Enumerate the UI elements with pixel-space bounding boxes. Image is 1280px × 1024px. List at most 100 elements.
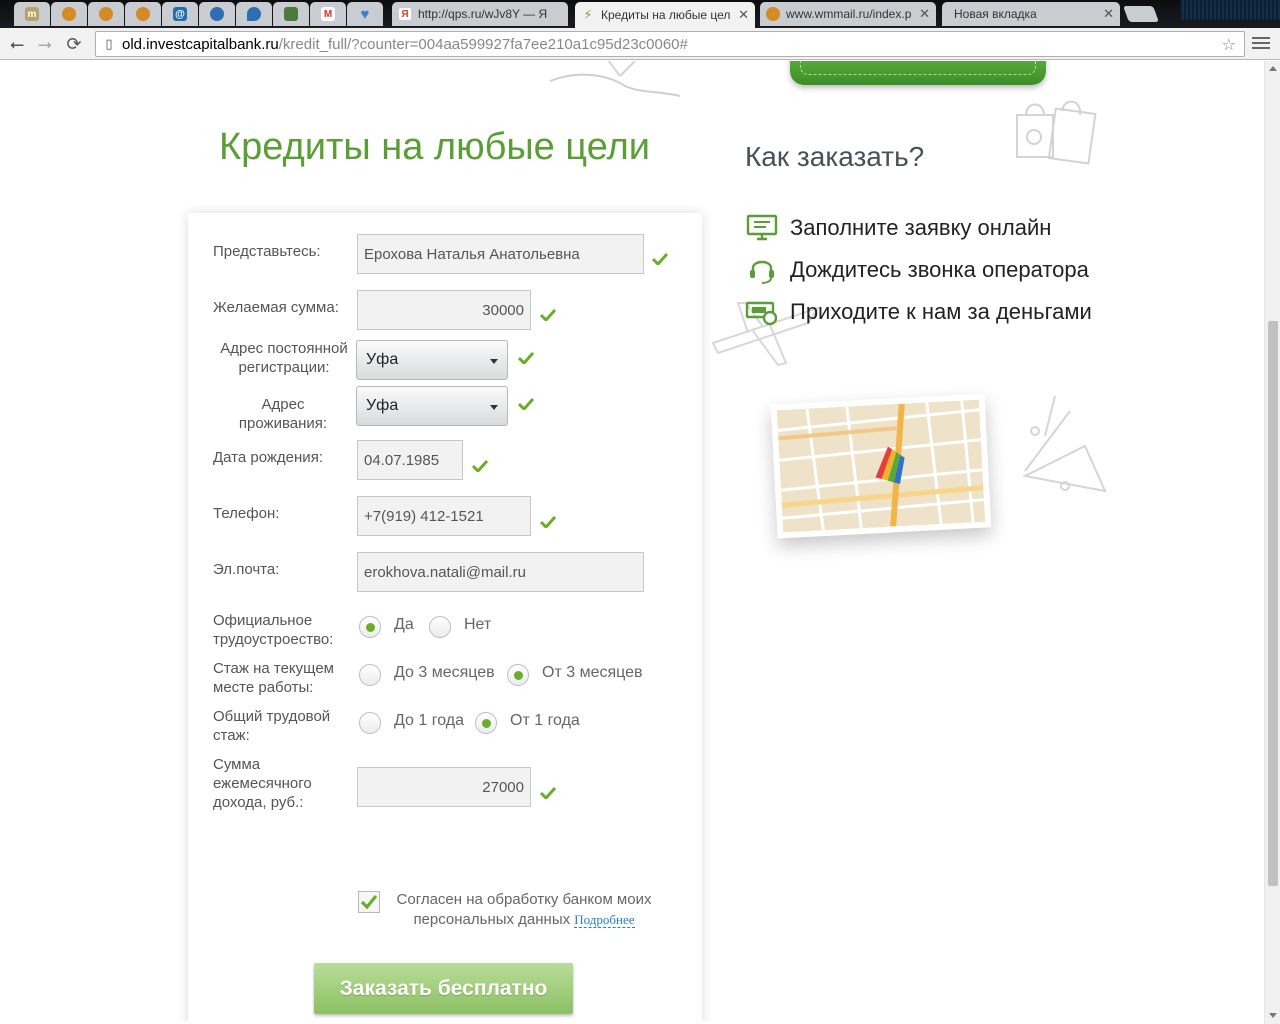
step-item: Заполните заявку онлайн [745,207,1092,249]
tenure-over-3-radio[interactable] [507,664,529,686]
employment-yes-label[interactable]: Да [394,616,414,634]
consent-text-block: Согласен на обработку банком моих персон… [388,890,660,930]
tab-pinned-1[interactable]: m [14,2,50,26]
employment-label: Официальное трудоустроество: [213,612,334,648]
birthdate-label: Дата рождения: [213,449,323,466]
address-bar[interactable]: ▯ old.investcapitalbank.ru/kredit_full/?… [95,31,1245,57]
tab-title: http://qps.ru/wJv8Y — Я [418,7,548,21]
page-icon: ▯ [105,36,113,51]
name-label: Представьтесь: [213,243,321,260]
money-icon [745,301,778,326]
registration-label: Адрес постоянной регистрации: [220,340,348,376]
experience-under-1-radio[interactable] [359,712,381,734]
step-item: Приходите к нам за деньгами [745,291,1092,333]
income-label: Сумма ежемесячного дохода, руб.: [213,756,312,811]
tab-qps[interactable]: Я http://qps.ru/wJv8Y — Я [392,2,568,26]
yandex-icon: Я [398,7,412,21]
step-text: Приходите к нам за деньгами [790,299,1092,324]
submit-button[interactable]: Заказать бесплатно [314,963,573,1014]
tab-pinned-2[interactable] [51,2,87,26]
scroll-down-arrow-icon[interactable] [1269,1013,1277,1018]
tenure-under-3-label[interactable]: До 3 месяцев [394,664,495,682]
map-image [776,399,986,533]
tenure-over-3-label[interactable]: От 3 месяцев [542,664,643,682]
tab-pinned-8[interactable] [273,2,309,26]
employment-yes-radio[interactable] [359,616,381,638]
wmmail-icon [766,7,780,21]
step-item: Дождитесь звонка оператора [745,249,1092,291]
monitor-icon [746,214,778,241]
office-map[interactable] [770,393,992,539]
tenure-under-3-radio[interactable] [359,664,381,686]
tab-pinned-7[interactable] [236,2,272,26]
page-title: Кредиты на любые цели [219,126,650,168]
forward-button[interactable]: ⭢ [33,32,57,56]
tab-pinned-5[interactable]: @ [162,2,198,26]
valid-check-icon [518,352,534,364]
vertical-scrollbar[interactable] [1264,61,1280,1024]
bookmark-star-icon[interactable]: ☆ [1222,35,1236,55]
heart-icon: ♥ [360,5,370,23]
employment-no-radio[interactable] [429,616,451,638]
name-input[interactable]: Ерохова Наталья Анатольевна [357,234,644,274]
checkmark-icon [360,894,378,910]
credit-application-form: Представьтесь: Ерохова Наталья Анатольев… [188,213,702,1021]
tab-title: Кредиты на любые цел [601,8,731,22]
birthdate-input[interactable]: 04.07.1985 [357,440,463,480]
tab-new[interactable]: Новая вкладка ✕ [942,2,1120,26]
at-icon: @ [173,7,187,21]
investcapital-icon: ⚡ [583,7,593,22]
valid-check-icon [540,787,556,799]
image-icon [284,7,298,21]
experience-over-1-label[interactable]: От 1 года [510,712,580,730]
residence-select[interactable]: Уфа [356,386,508,426]
tab-pinned-10[interactable]: ♥ [347,2,383,26]
valid-check-icon [652,253,668,265]
step-text: Заполните заявку онлайн [790,215,1052,240]
scrollbar-thumb[interactable] [1268,321,1278,886]
tab-title: www.wmmail.ru/index.p [786,7,912,21]
phone-label: Телефон: [213,505,280,522]
tab-pinned-9[interactable]: M [310,2,346,26]
tab-active-credits[interactable]: ⚡ Кредиты на любые цел ✕ [575,2,755,28]
valid-check-icon [518,398,534,410]
income-input[interactable]: 27000 [357,767,531,807]
menu-icon[interactable] [1252,34,1270,52]
residence-label: Адрес проживания: [238,396,328,432]
new-tab-button[interactable] [1123,6,1159,22]
wallet-illustration [790,61,1046,85]
browser-tab-strip: m @ M ♥ Я http://qps.ru/wJv8Y — Я ⚡ Кред… [0,0,1280,28]
email-input[interactable]: erokhova.natali@mail.ru [357,552,644,592]
wmmail-icon [136,7,150,21]
tab-wmmail[interactable]: www.wmmail.ru/index.p ✕ [760,2,936,26]
island-doodle [549,61,681,97]
url-host: old.investcapitalbank.ru [122,35,279,53]
steps-list: Заполните заявку онлайн Дождитесь звонка… [745,207,1092,333]
back-button[interactable]: ⭠ [5,32,29,56]
valid-check-icon [540,516,556,528]
tab-close-icon[interactable]: ✕ [1103,6,1114,22]
employment-no-label[interactable]: Нет [464,616,491,634]
total-experience-label: Общий трудовой стаж: [213,708,331,744]
registration-select[interactable]: Уфа [356,340,508,380]
tab-pinned-3[interactable] [88,2,124,26]
chevron-down-icon [490,359,498,364]
email-label: Эл.почта: [213,561,280,578]
experience-over-1-radio[interactable] [475,712,497,734]
phone-input[interactable]: +7(919) 412-1521 [357,496,531,536]
window-controls [1180,0,1280,20]
experience-under-1-label[interactable]: До 1 года [394,712,464,730]
how-to-order-title: Как заказать? [745,141,925,172]
reload-button[interactable]: ⟳ [62,32,86,56]
consent-checkbox[interactable] [358,891,380,913]
map-streets [776,399,986,533]
tab-close-icon[interactable]: ✕ [738,7,749,23]
amount-input[interactable]: 30000 [357,290,531,330]
tab-close-icon[interactable]: ✕ [919,6,930,22]
tab-pinned-6[interactable] [199,2,235,26]
scissors-doodle [1021,395,1107,493]
consent-more-link[interactable]: Подробнее [574,912,635,928]
scroll-up-arrow-icon[interactable] [1269,66,1277,71]
url-path: /kredit_full/?counter=004aa599927fa7ee21… [278,35,688,53]
tab-pinned-4[interactable] [125,2,161,26]
